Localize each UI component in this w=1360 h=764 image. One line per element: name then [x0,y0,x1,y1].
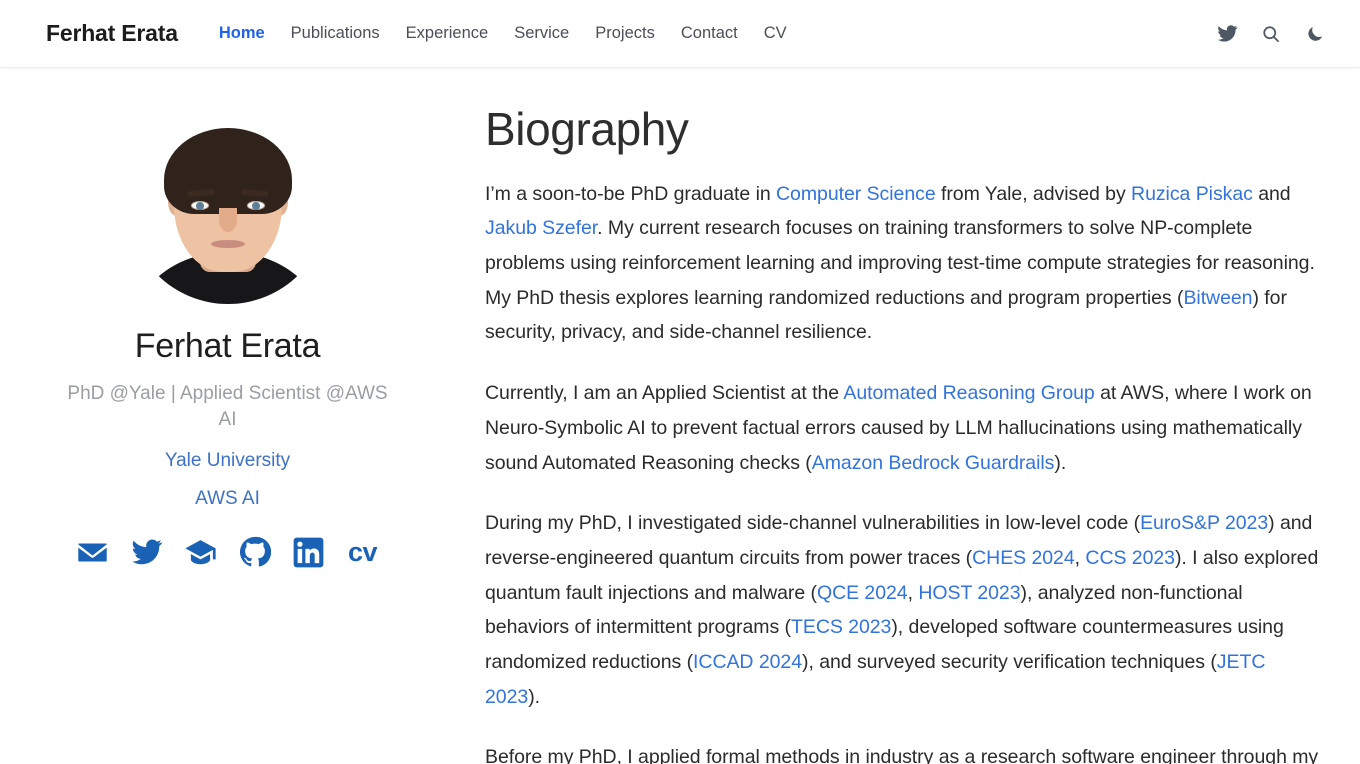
top-navbar: Ferhat Erata Home Publications Experienc… [0,0,1360,68]
p3-text-5: , [907,581,919,604]
nav-item-publications[interactable]: Publications [278,18,393,49]
cv-icon[interactable]: cv [345,535,381,569]
avatar [127,104,328,304]
google-scholar-icon[interactable] [183,535,219,569]
page-body: Ferhat Erata PhD @Yale | Applied Scienti… [0,68,1360,764]
avatar-portrait-image [127,104,328,304]
link-ruzica-piskac[interactable]: Ruzica Piskac [1131,183,1253,205]
p3-text-3: , [1074,546,1086,569]
bio-paragraph-4: Before my PhD, I applied formal methods … [485,740,1320,764]
p3-text-8: ), and surveyed security verification te… [802,651,1217,674]
p3-text-1: During my PhD, I investigated side-chann… [485,512,1141,535]
link-amazon-bedrock-guardrails[interactable]: Amazon Bedrock Guardrails [812,452,1055,474]
p2-text-1: Currently, I am an Applied Scientist at … [485,382,844,405]
link-jakub-szefer[interactable]: Jakub Szefer [485,217,597,239]
profile-org-primary[interactable]: Yale University [165,450,290,472]
link-tecs-2023[interactable]: TECS 2023 [791,616,891,638]
bio-paragraph-2: Currently, I am an Applied Scientist at … [485,376,1320,480]
page-title: Biography [485,103,689,155]
social-links: cv [75,535,381,569]
cv-icon-label: cv [347,536,378,567]
profile-org-secondary[interactable]: AWS AI [195,488,260,510]
profile-sidebar: Ferhat Erata PhD @Yale | Applied Scienti… [0,68,455,764]
moon-icon[interactable] [1304,23,1326,45]
link-ccs-2023[interactable]: CCS 2023 [1085,547,1175,569]
p3-text-9: ). [528,685,540,708]
nav-item-contact[interactable]: Contact [668,18,751,49]
p1-text-3: and [1252,182,1291,205]
search-icon[interactable] [1260,23,1282,45]
nav-item-experience[interactable]: Experience [393,18,502,49]
link-bitween[interactable]: Bitween [1183,287,1252,309]
link-eurosp-2023[interactable]: EuroS&P 2023 [1140,512,1268,534]
twitter-icon[interactable] [129,535,165,569]
main-content: Biography I’m a soon-to-be PhD graduate … [455,68,1360,764]
navbar-actions [1216,23,1326,45]
bio-paragraph-1: I’m a soon-to-be PhD graduate in Compute… [485,177,1320,351]
profile-name: Ferhat Erata [134,327,321,365]
link-ches-2024[interactable]: CHES 2024 [972,547,1075,569]
bio-paragraph-3: During my PhD, I investigated side-chann… [485,506,1320,714]
linkedin-icon[interactable] [291,535,327,569]
p1-text-2: from Yale, advised by [935,182,1132,205]
p2-text-3: ). [1054,451,1067,474]
link-iccad-2024[interactable]: ICCAD 2024 [693,651,802,673]
nav-item-service[interactable]: Service [501,18,582,49]
primary-nav: Home Publications Experience Service Pro… [206,18,800,49]
brand-title[interactable]: Ferhat Erata [46,20,178,47]
nav-item-projects[interactable]: Projects [582,18,668,49]
nav-item-cv[interactable]: CV [751,18,800,49]
email-icon[interactable] [75,535,111,569]
nav-item-home[interactable]: Home [206,18,278,49]
link-automated-reasoning-group[interactable]: Automated Reasoning Group [843,382,1094,404]
link-host-2023[interactable]: HOST 2023 [918,582,1020,604]
twitter-icon[interactable] [1216,23,1238,45]
p1-text-1: I’m a soon-to-be PhD graduate in [485,182,777,205]
github-icon[interactable] [237,535,273,569]
profile-role: PhD @Yale | Applied Scientist @AWS AI [67,382,388,431]
link-qce-2024[interactable]: QCE 2024 [817,582,908,604]
p4-text-1: Before my PhD, I applied formal methods … [485,746,1319,764]
link-computer-science[interactable]: Computer Science [776,183,936,205]
